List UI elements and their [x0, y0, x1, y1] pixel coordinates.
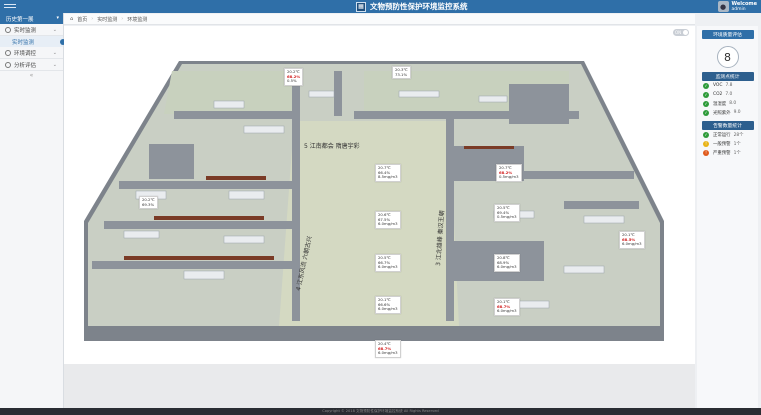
sensor-label[interactable]: 20.4℃ 68.7% 6.0mg/m3 [375, 340, 401, 358]
sidebar-header-label: 历史第一展 [6, 16, 34, 23]
check-icon: ✓ [703, 109, 709, 116]
check-icon: ✓ [703, 91, 709, 98]
clock-icon [5, 26, 11, 33]
check-icon: ✓ [703, 131, 709, 138]
menu-toggle-icon[interactable] [4, 2, 16, 11]
alert-stats-title: 告警数量统计 [701, 121, 754, 130]
check-icon: ✓ [703, 82, 709, 89]
app-title: 文物预防性保护环境监控系统 [370, 2, 468, 11]
sensor-label[interactable]: 20.1℃ 68.7% 6.0mg/m3 [494, 298, 520, 316]
sensor-label[interactable]: 20.5℃ 66.7% 6.0mg/m3 [375, 254, 401, 272]
breadcrumb-level2: 环境监测 [127, 16, 148, 23]
sensor-label[interactable]: 20.7℃ 68.2% 0.5mg/m3 [496, 164, 522, 182]
sensor-label[interactable]: 20.2℃ 68.2% 0.5% [284, 68, 304, 86]
sidebar-header[interactable]: 历史第一展 ▾ [0, 13, 63, 24]
museum-logo-icon: ▦ [356, 1, 366, 12]
sidebar-item-control[interactable]: 环境调控 ⌄ [0, 47, 63, 59]
breadcrumb-level1[interactable]: 实时监测 [97, 16, 117, 23]
sensor-label[interactable]: 20.3℃ 73.1% [392, 66, 411, 80]
footer: Copyright © 2018 文物预防性保护环境监控系统 All Right… [0, 408, 761, 415]
alert-row-warning: ! 一般预警 1个 [697, 139, 758, 148]
sidebar-subitem-realtime[interactable]: 实时监测 [0, 36, 66, 47]
floor-plan-view[interactable]: ON 5 江南都会 隋唐宇彩 4 江东风流 六朝古兴 3 江北雄峰 秦汉王朝 2… [64, 26, 695, 364]
sidebar-item-label: 分析评估 [14, 62, 37, 69]
home-icon[interactable]: ⌂ [70, 16, 73, 22]
sensor-stats-title: 监测点统计 [701, 72, 754, 81]
sidebar: 历史第一展 ▾ 实时监测 ⌄ 实时监测 环境调控 ⌄ 分析评估 ⌄ « [0, 13, 66, 408]
user-menu[interactable]: ● Welcome admin [717, 1, 757, 12]
alert-row-severe: ! 严重预警 1个 [697, 148, 758, 157]
env-quality-title: 环境质量评估 [701, 30, 754, 39]
collapse-sidebar-icon[interactable]: « [0, 71, 63, 79]
sensor-label[interactable]: 20.1℃ 66.6% 6.0mg/m3 [375, 296, 401, 314]
sidebar-item-label: 实时监测 [14, 27, 37, 34]
sidebar-item-label: 环境调控 [14, 50, 37, 57]
sensor-label[interactable]: 20.2℃ 69.3% [139, 196, 158, 210]
stat-row-co2: ✓ CO2 7.0 [703, 91, 733, 98]
sidebar-item-analysis[interactable]: 分析评估 ⌄ [0, 59, 63, 71]
chevron-down-icon: ▾ [56, 15, 59, 21]
chart-icon [5, 61, 11, 68]
stat-row-humidity: ✓ 温湿度 8.0 [703, 100, 737, 107]
warning-icon: ! [703, 140, 709, 147]
avatar[interactable]: ● [717, 1, 729, 12]
stat-row-voc: ✓ VOC 7.8 [703, 82, 733, 89]
floor-label-5: 5 江南都会 隋唐宇彩 [304, 142, 360, 150]
top-bar: ▦ 文物预防性保护环境监控系统 ● Welcome admin [0, 0, 761, 13]
sidebar-item-realtime[interactable]: 实时监测 ⌄ [0, 24, 63, 36]
breadcrumb: ⌂ 首页 › 实时监测 › 环境监测 [64, 14, 695, 25]
alert-icon: ! [703, 149, 709, 156]
lower-panel [64, 364, 695, 408]
breadcrumb-home[interactable]: 首页 [77, 16, 87, 23]
chevron-down-icon: ⌄ [52, 26, 57, 33]
right-panel: 环境质量评估 8 监测点统计 ✓ VOC 7.8 ✓ CO2 7.0 ✓ 温湿度 8.0 ✓… [697, 26, 758, 408]
user-role: admin [731, 6, 746, 12]
alert-row-normal: ✓ 正常运行 28个 [703, 131, 744, 138]
chevron-down-icon: ⌄ [52, 49, 57, 56]
sensor-label[interactable]: 20.8℃ 68.9% 6.0mg/m3 [494, 254, 520, 272]
sensor-label[interactable]: 20.6℃ 67.5% 6.0mg/m3 [375, 211, 401, 229]
stat-row-light: ✓ 光照紫外 9.0 [703, 109, 741, 116]
app-header: ▦ 文物预防性保护环境监控系统 [356, 1, 468, 12]
sensor-label[interactable]: 20.5℃ 69.4% 0.5mg/m3 [494, 204, 520, 222]
quality-score: 8 [716, 46, 739, 68]
chevron-down-icon: ⌄ [52, 61, 57, 68]
sensor-label[interactable]: 20.7℃ 66.4% 8.5mg/m3 [375, 164, 401, 182]
sliders-icon [5, 49, 11, 56]
check-icon: ✓ [703, 100, 709, 107]
sensor-label[interactable]: 20.1℃ 68.5% 6.0mg/m3 [619, 231, 645, 249]
sidebar-subitem-label: 实时监测 [12, 39, 35, 46]
